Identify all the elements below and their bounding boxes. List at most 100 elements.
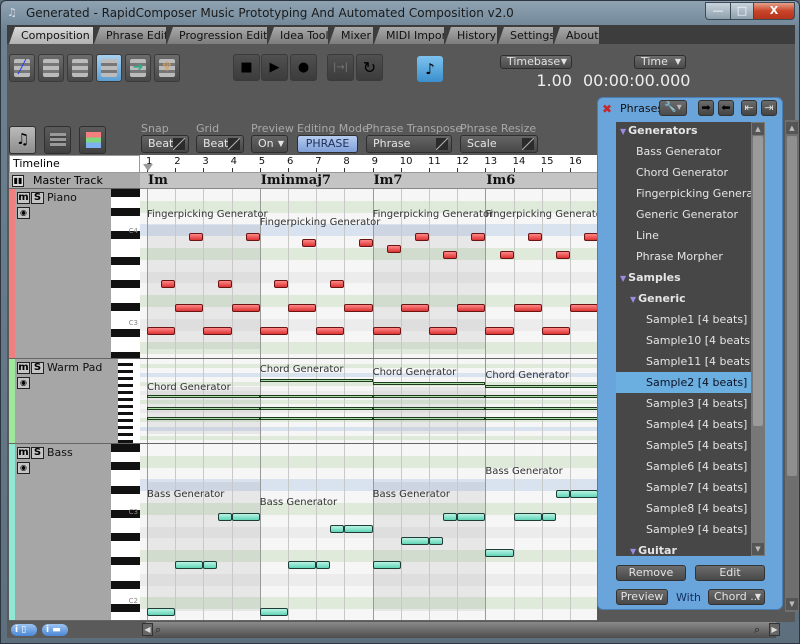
note[interactable] bbox=[330, 525, 345, 534]
piano-roll-lane-piano[interactable]: Fingerpicking Generator Fingerpicking Gen… bbox=[140, 189, 597, 359]
note[interactable] bbox=[161, 280, 176, 288]
tree-item[interactable]: Bass Generator bbox=[616, 141, 751, 162]
chord-note[interactable] bbox=[485, 407, 597, 410]
phrase-blocks-view-button[interactable] bbox=[67, 54, 93, 82]
tree-item[interactable]: Sample7 [4 beats] bbox=[616, 477, 751, 498]
tracks-view-button[interactable] bbox=[44, 126, 71, 154]
expand-triangle-icon[interactable]: ▼ bbox=[630, 295, 636, 304]
phrase-label[interactable]: Bass Generator bbox=[485, 466, 562, 477]
track-header-warm-pad[interactable]: m S ◉ Warm Pad bbox=[9, 359, 140, 444]
note[interactable] bbox=[443, 513, 458, 522]
piano-keyboard[interactable] bbox=[118, 359, 140, 443]
tree-group[interactable]: ▼ Samples bbox=[616, 267, 751, 288]
note[interactable] bbox=[288, 303, 317, 312]
note[interactable] bbox=[288, 560, 317, 569]
keyboard-info-button[interactable]: i ▬ bbox=[42, 624, 68, 636]
chord-note[interactable] bbox=[372, 407, 486, 410]
scroll-thumb[interactable] bbox=[787, 136, 797, 476]
loop-button[interactable]: ↻ bbox=[356, 54, 383, 81]
chord-note[interactable] bbox=[485, 385, 597, 388]
playhead-marker[interactable] bbox=[143, 164, 153, 171]
timebase-dropdown[interactable]: Timebase ▼ bbox=[500, 55, 572, 69]
dock-right-button[interactable]: ⇥ bbox=[761, 100, 777, 116]
arrow-left-button[interactable]: ⬅ bbox=[718, 100, 734, 116]
phrase-resize-dropdown[interactable]: Scale bbox=[460, 135, 538, 153]
tree-item[interactable]: Line bbox=[616, 225, 751, 246]
tree-scrollbar[interactable]: ▲ ▼ bbox=[751, 122, 765, 556]
phrase-label[interactable]: Fingerpicking Generator bbox=[147, 209, 268, 220]
note[interactable] bbox=[203, 327, 232, 336]
tree-item[interactable]: Sample11 [4 beats] bbox=[616, 351, 754, 372]
note[interactable] bbox=[231, 513, 260, 522]
note[interactable] bbox=[471, 232, 486, 241]
phrase-transpose-dropdown[interactable]: Phrase bbox=[366, 135, 452, 153]
note[interactable] bbox=[429, 537, 444, 545]
horizontal-scrollbar[interactable] bbox=[146, 622, 776, 638]
master-track[interactable]: ▮▮ Master Track bbox=[9, 173, 140, 189]
expand-triangle-icon[interactable]: ▼ bbox=[620, 127, 626, 136]
note[interactable] bbox=[570, 303, 597, 312]
solo-button[interactable]: S bbox=[31, 447, 44, 459]
note[interactable] bbox=[555, 489, 570, 498]
phrase-label[interactable]: Chord Generator bbox=[260, 364, 344, 375]
solo-button[interactable]: S bbox=[31, 192, 44, 204]
tree-item[interactable]: Sample1 [4 beats] bbox=[616, 309, 751, 330]
scroll-right-button[interactable]: ▶ bbox=[769, 623, 780, 636]
scroll-left-button[interactable]: ◀ bbox=[142, 623, 153, 636]
note[interactable] bbox=[245, 232, 260, 241]
note[interactable] bbox=[400, 303, 429, 312]
snap-dropdown[interactable]: Beat bbox=[141, 135, 189, 153]
chord-note[interactable] bbox=[259, 395, 373, 398]
piano-roll-lane-bass[interactable]: Bass Generator Bass Generator Bass Generat… bbox=[140, 444, 597, 621]
tree-item[interactable]: Sample3 [4 beats] bbox=[616, 393, 751, 414]
chord-symbol[interactable]: Im7 bbox=[374, 173, 403, 188]
chord-note[interactable] bbox=[259, 417, 373, 420]
stop-button[interactable]: ■ bbox=[233, 54, 260, 81]
note[interactable] bbox=[259, 327, 288, 336]
note[interactable] bbox=[358, 238, 373, 247]
mouse-info-button[interactable]: i ▯ bbox=[11, 624, 37, 636]
note[interactable] bbox=[584, 232, 597, 241]
tab-about[interactable]: About bbox=[554, 27, 599, 44]
tab-progression-editor[interactable]: Progression Editor bbox=[167, 27, 267, 44]
note[interactable] bbox=[330, 280, 345, 288]
note[interactable] bbox=[457, 513, 486, 522]
arrow-right-button[interactable]: ➡ bbox=[698, 100, 714, 116]
visibility-eye-icon[interactable]: ◉ bbox=[17, 462, 30, 474]
phrase-label[interactable]: Fingerpicking Generator bbox=[373, 209, 494, 220]
note[interactable] bbox=[175, 560, 204, 569]
tab-mixer[interactable]: Mixer bbox=[329, 27, 373, 44]
chord-note[interactable] bbox=[259, 407, 373, 410]
phrase-label[interactable]: Fingerpicking Generator bbox=[485, 209, 597, 220]
close-panel-icon[interactable]: ✖ bbox=[602, 102, 612, 116]
note[interactable] bbox=[231, 303, 260, 312]
dock-left-button[interactable]: ⇤ bbox=[741, 100, 757, 116]
edit-button[interactable]: Edit bbox=[695, 565, 765, 581]
visibility-eye-icon[interactable]: ◉ bbox=[17, 207, 30, 219]
note[interactable] bbox=[457, 303, 486, 312]
tree-group[interactable]: ▼ Guitar bbox=[616, 540, 751, 556]
note[interactable] bbox=[147, 607, 176, 616]
tree-item[interactable]: Sample2 [4 beats] bbox=[616, 372, 751, 393]
note[interactable] bbox=[316, 327, 345, 336]
track-header-bass[interactable]: m S ◉ Bass C3 C2 bbox=[9, 444, 140, 621]
note[interactable] bbox=[485, 548, 514, 557]
note[interactable] bbox=[570, 489, 597, 498]
tree-item[interactable]: Chord Generator bbox=[616, 162, 751, 183]
note[interactable] bbox=[485, 327, 514, 336]
zoom-icon-right[interactable]: ⌕ bbox=[754, 623, 760, 637]
chord-note[interactable] bbox=[485, 417, 597, 420]
note[interactable] bbox=[513, 513, 542, 522]
metronome-button[interactable]: ♪ bbox=[417, 56, 443, 82]
piano-keyboard[interactable]: C3 C2 bbox=[111, 444, 140, 620]
scroll-up-button[interactable]: ▲ bbox=[786, 122, 798, 134]
chord-note[interactable] bbox=[485, 395, 597, 398]
chord-note[interactable] bbox=[147, 395, 260, 398]
chord-note[interactable] bbox=[259, 379, 373, 382]
visibility-eye-icon[interactable]: ◉ bbox=[17, 377, 30, 389]
tree-item[interactable]: Sample10 [4 beats] bbox=[616, 330, 754, 351]
instrument-view-button[interactable]: ♆ bbox=[154, 54, 180, 82]
note-blocks-view-button[interactable] bbox=[96, 54, 122, 82]
scroll-down-button[interactable]: ▼ bbox=[752, 543, 764, 555]
note[interactable] bbox=[217, 513, 232, 522]
